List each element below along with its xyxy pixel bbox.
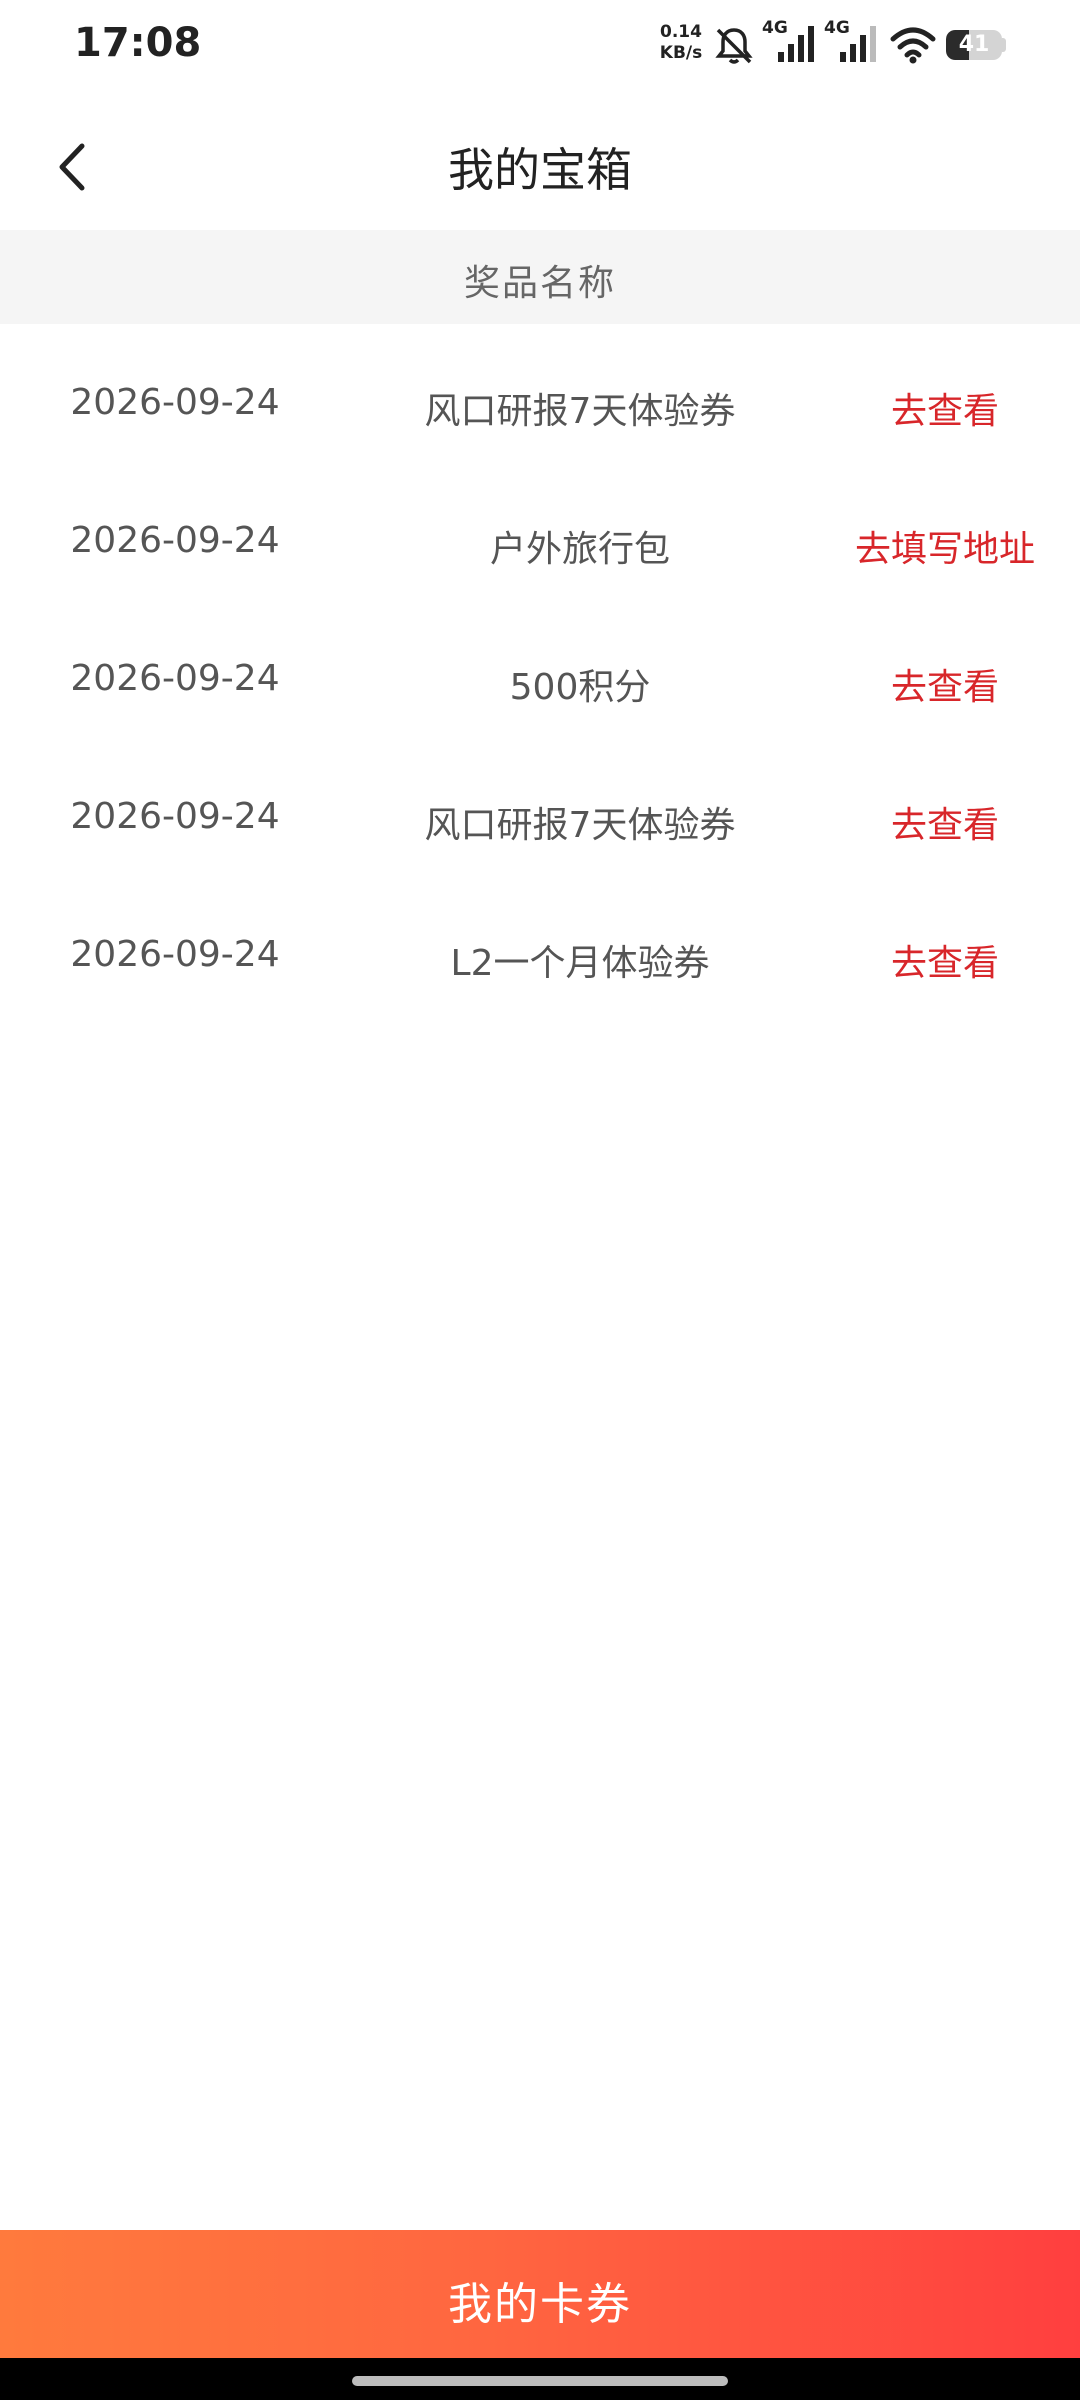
column-header-prize-name: 奖品名称: [463, 263, 616, 304]
prize-date: 2026-09-24: [70, 520, 280, 561]
prize-date: 2026-09-24: [70, 658, 280, 699]
prize-name: L2一个月体验券: [450, 943, 710, 984]
prize-date: 2026-09-24: [70, 934, 280, 975]
prize-date: 2026-09-24: [70, 382, 280, 423]
prize-list: 2026-09-24 风口研报7天体验券 去查看 2026-09-24 户外旅行…: [0, 336, 1080, 1026]
list-item: 2026-09-24 风口研报7天体验券 去查看: [0, 750, 1080, 888]
battery-icon: 41: [946, 30, 1002, 60]
signal-icon: [840, 26, 876, 62]
view-button[interactable]: 去查看: [820, 934, 1070, 986]
status-bar: 17:08 0.14 KB/s 4G 4G 41: [0, 0, 1080, 90]
prize-name: 风口研报7天体验券: [424, 805, 736, 846]
status-time: 17:08: [74, 20, 202, 66]
table-column-header: 奖品名称: [0, 230, 1080, 324]
list-item: 2026-09-24 L2一个月体验券 去查看: [0, 888, 1080, 1026]
list-item: 2026-09-24 风口研报7天体验券 去查看: [0, 336, 1080, 474]
view-button[interactable]: 去查看: [820, 382, 1070, 434]
page-title: 我的宝箱: [448, 143, 632, 197]
network-speed: 0.14 KB/s: [652, 22, 710, 64]
wifi-icon: [890, 27, 936, 64]
prize-name: 户外旅行包: [489, 529, 670, 570]
prize-date: 2026-09-24: [70, 796, 280, 837]
home-indicator[interactable]: [352, 2376, 728, 2386]
prize-name: 风口研报7天体验券: [424, 391, 736, 432]
list-item: 2026-09-24 户外旅行包 去填写地址: [0, 474, 1080, 612]
fill-address-button[interactable]: 去填写地址: [820, 520, 1070, 572]
battery-level: 41: [958, 32, 990, 57]
view-button[interactable]: 去查看: [820, 796, 1070, 848]
battery-tip: [1002, 38, 1006, 52]
mute-bell-icon: [715, 28, 753, 64]
network-speed-unit: KB/s: [659, 43, 703, 63]
view-button[interactable]: 去查看: [820, 658, 1070, 710]
my-coupons-label: 我的卡券: [448, 2279, 632, 2330]
list-item: 2026-09-24 500积分 去查看: [0, 612, 1080, 750]
my-coupons-button[interactable]: 我的卡券: [0, 2230, 1080, 2358]
top-navigation-bar: 我的宝箱: [0, 110, 1080, 230]
network-speed-value: 0.14: [660, 22, 702, 42]
prize-name: 500积分: [509, 667, 651, 708]
gesture-navigation-bar: [0, 2358, 1080, 2400]
signal-icon: [778, 26, 814, 62]
